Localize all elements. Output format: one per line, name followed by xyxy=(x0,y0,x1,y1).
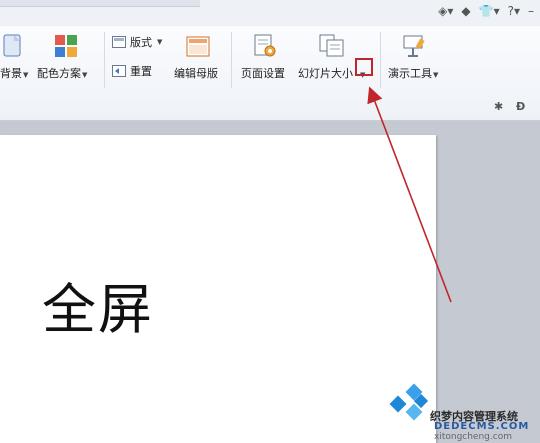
divider xyxy=(104,32,105,88)
annotation-highlight-box xyxy=(355,58,373,76)
slide-title-text[interactable]: 全屏 xyxy=(42,265,154,344)
page-setup-icon xyxy=(253,34,277,61)
windows-logo-icon xyxy=(389,383,429,421)
chevron-down-icon: ▼ xyxy=(82,71,88,79)
chevron-down-icon: ▼ xyxy=(23,71,29,79)
layout-icon xyxy=(112,36,126,48)
background-button[interactable]: 背景▼ xyxy=(0,65,28,81)
help-icon[interactable]: ?▾ xyxy=(508,4,520,18)
collapse-ribbon-icon[interactable]: Ð xyxy=(516,100,525,113)
chevron-down-icon: ▼ xyxy=(433,71,439,79)
page-setup-button[interactable]: 页面设置 xyxy=(241,65,285,81)
edit-master-button[interactable]: 编辑母版 xyxy=(174,65,218,81)
window-controls: ◈▾ ◆ 👕▾ ?▾ – xyxy=(438,4,534,18)
design-ribbon: 背景▼ 配色方案▼ 版式 ▼ 重置 编辑母版 页面设置 幻灯片大小 ▼ 演示工具… xyxy=(0,26,540,121)
edit-master-icon xyxy=(186,36,210,61)
divider xyxy=(380,32,381,88)
slide-size-icon xyxy=(319,34,345,61)
reset-button[interactable]: 重置 xyxy=(112,63,152,79)
tab-bar xyxy=(0,0,200,7)
minimize-icon[interactable]: – xyxy=(528,4,534,18)
pin-icon[interactable]: ✱ xyxy=(494,100,503,113)
watermark-line-2: DEDECMS.COM xyxy=(434,421,530,432)
shirt-icon[interactable]: 👕▾ xyxy=(479,4,500,18)
presentation-tools-icon xyxy=(402,34,426,61)
color-scheme-icon xyxy=(54,34,78,61)
divider xyxy=(231,32,232,88)
reset-icon xyxy=(112,65,126,77)
title-strip: ◈▾ ◆ 👕▾ ?▾ – xyxy=(0,0,540,26)
shield-icon[interactable]: ◆ xyxy=(461,4,470,18)
skin-icon[interactable]: ◈▾ xyxy=(438,4,453,18)
watermark-line-3: xitongcheng.com xyxy=(434,432,512,442)
background-icon xyxy=(2,34,22,61)
watermark: 织梦内容管理系统 DEDECMS.COM xitongcheng.com xyxy=(386,380,540,443)
color-scheme-button[interactable]: 配色方案▼ xyxy=(37,65,87,81)
chevron-down-icon: ▼ xyxy=(157,38,163,46)
layout-button[interactable]: 版式 ▼ xyxy=(112,34,162,50)
presentation-tools-button[interactable]: 演示工具▼ xyxy=(388,65,438,81)
